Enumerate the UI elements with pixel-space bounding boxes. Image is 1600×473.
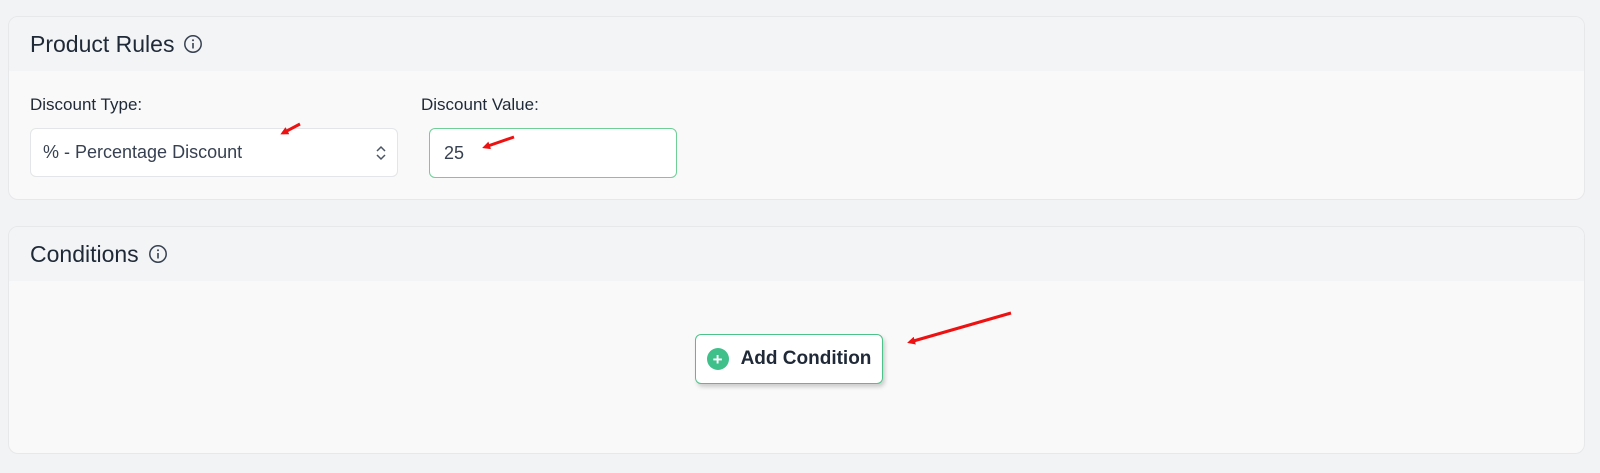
product-rules-header: Product Rules	[9, 17, 1584, 71]
conditions-title: Conditions	[30, 240, 139, 267]
discount-type-selected-value: % - Percentage Discount	[43, 142, 243, 162]
add-condition-label: Add Condition	[740, 348, 872, 369]
discount-type-select[interactable]: % - Percentage Discount	[30, 128, 398, 177]
discount-type-label: Discount Type:	[30, 95, 143, 114]
product-rules-card: Product Rules Discount Type: % - Percent…	[8, 16, 1585, 200]
discount-value-label: Discount Value:	[421, 95, 539, 114]
conditions-card: Conditions + Add Condition	[8, 226, 1585, 454]
plus-circle-icon: +	[706, 348, 729, 370]
discount-value-input[interactable]	[429, 128, 677, 178]
conditions-header: Conditions	[9, 227, 1584, 281]
add-condition-button[interactable]: + Add Condition	[695, 334, 883, 384]
info-icon[interactable]	[183, 34, 203, 54]
chevron-up-down-icon	[374, 142, 388, 164]
info-icon[interactable]	[148, 244, 168, 264]
product-rules-title: Product Rules	[30, 30, 175, 57]
